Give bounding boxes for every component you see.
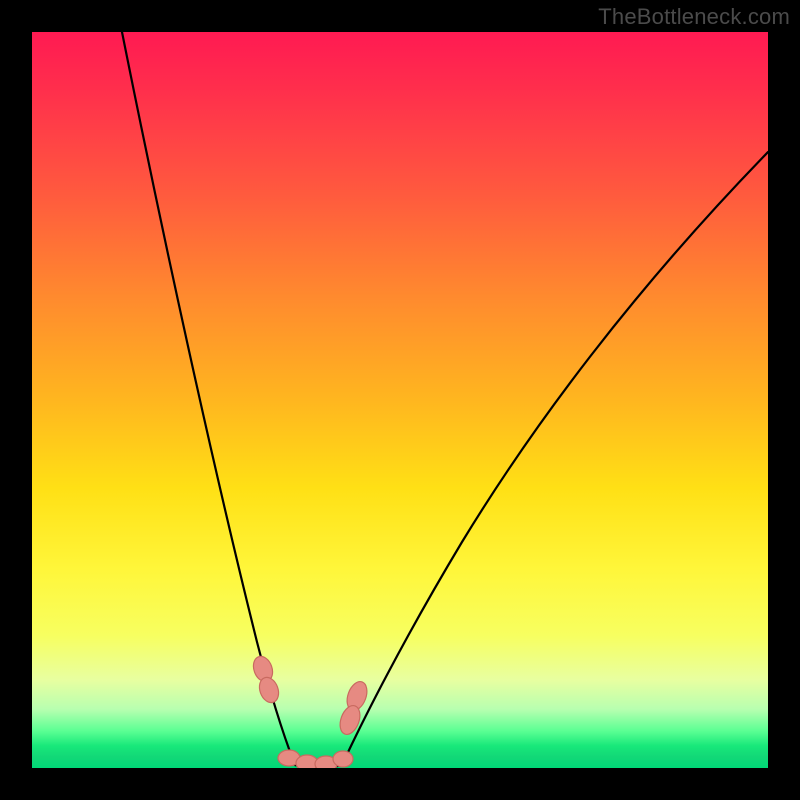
left-curve: [122, 32, 295, 765]
right-curve: [342, 152, 768, 765]
watermark-text: TheBottleneck.com: [598, 4, 790, 30]
marker-bottom-4: [333, 751, 353, 767]
curve-layer: [32, 32, 768, 768]
plot-area: [32, 32, 768, 768]
markers-group: [250, 654, 370, 768]
chart-frame: TheBottleneck.com: [0, 0, 800, 800]
marker-bottom-2: [296, 755, 318, 768]
